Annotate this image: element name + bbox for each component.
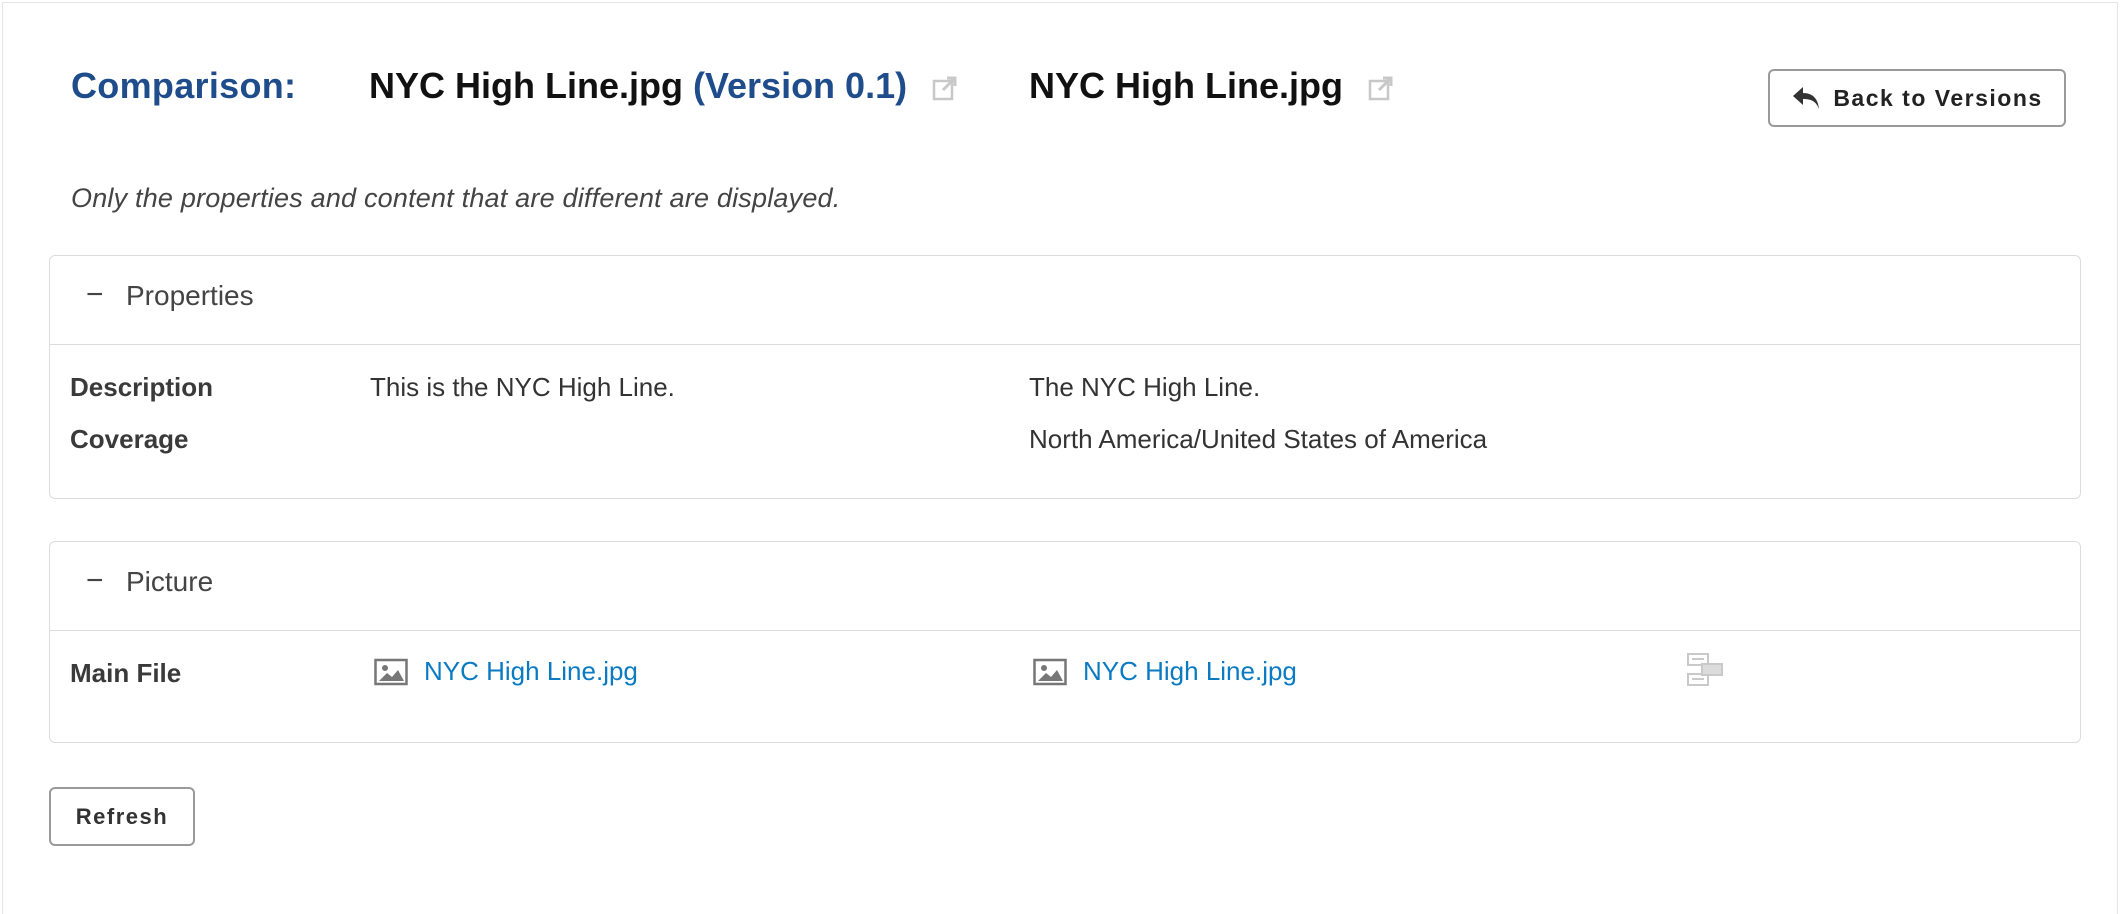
left-document-version: (Version 0.1) (693, 65, 908, 106)
refresh-button[interactable]: Refresh (49, 787, 195, 846)
properties-panel: − Properties Description This is the NYC… (49, 255, 2081, 499)
property-row-coverage: Coverage North America/United States of … (50, 424, 2080, 464)
collapse-toggle-icon[interactable]: − (86, 564, 104, 598)
properties-panel-header[interactable]: − Properties (50, 256, 2080, 345)
property-label: Coverage (70, 424, 189, 454)
left-document-name: NYC High Line.jpg (369, 65, 683, 106)
external-link-icon[interactable] (1367, 69, 1395, 101)
image-file-icon (374, 658, 408, 685)
back-to-versions-button[interactable]: Back to Versions (1768, 69, 2066, 127)
content-label: Main File (70, 658, 182, 688)
compare-diff-icon[interactable] (1686, 652, 1724, 688)
property-label: Description (70, 372, 214, 402)
reply-arrow-icon (1793, 87, 1820, 109)
right-property-value: North America/United States of America (1029, 424, 1488, 454)
image-file-icon (1033, 658, 1067, 685)
left-file-link[interactable]: NYC High Line.jpg (374, 656, 638, 687)
picture-panel-title: Picture (126, 566, 214, 597)
right-property-value: The NYC High Line. (1029, 372, 1261, 402)
picture-row-main-file: Main File NYC High Line.jpg NYC High Lin… (50, 653, 2080, 702)
right-file-link[interactable]: NYC High Line.jpg (1033, 656, 1297, 687)
collapse-toggle-icon[interactable]: − (86, 278, 104, 312)
back-to-versions-label: Back to Versions (1833, 84, 2043, 111)
left-property-value: This is the NYC High Line. (370, 372, 675, 402)
picture-panel: − Picture Main File NYC High Line.jpg NY… (49, 541, 2081, 743)
left-document-title: NYC High Line.jpg (Version 0.1) (369, 65, 959, 107)
right-document-title: NYC High Line.jpg (1029, 65, 1395, 107)
comparison-label: Comparison: (71, 65, 297, 106)
property-row-description: Description This is the NYC High Line. T… (50, 372, 2080, 412)
right-document-name: NYC High Line.jpg (1029, 65, 1343, 106)
right-file-name: NYC High Line.jpg (1083, 656, 1297, 686)
external-link-icon[interactable] (931, 69, 959, 101)
picture-panel-header[interactable]: − Picture (50, 542, 2080, 631)
comparison-page: Comparison: NYC High Line.jpg (Version 0… (2, 2, 2118, 914)
left-file-name: NYC High Line.jpg (424, 656, 638, 686)
difference-note: Only the properties and content that are… (71, 183, 841, 213)
properties-panel-title: Properties (126, 280, 254, 311)
